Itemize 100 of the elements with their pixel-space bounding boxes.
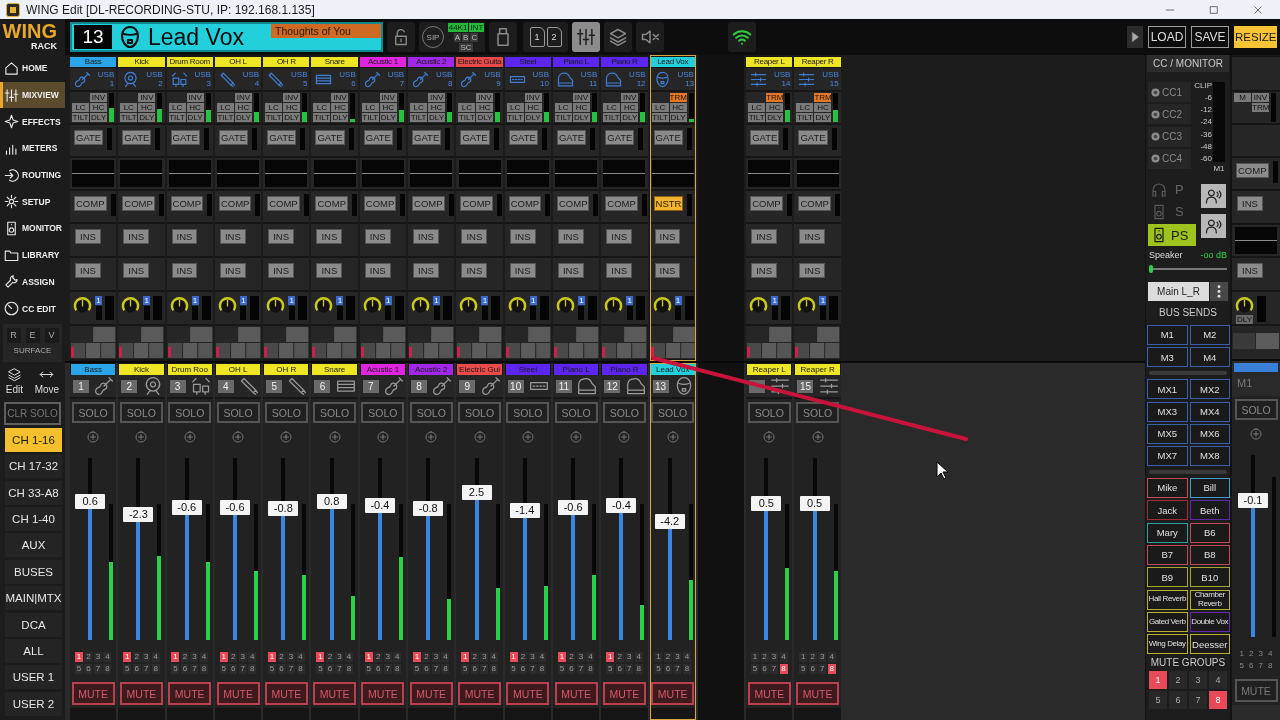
filter-button[interactable]: DLY [766,113,784,122]
expand-button[interactable] [1127,26,1143,48]
phase-trim-button[interactable]: INV [138,93,156,102]
solo-button[interactable]: SOLO [506,402,550,423]
toolbar-button[interactable] [636,22,664,52]
mute-button[interactable]: MUTE [554,682,598,705]
solo-button[interactable]: SOLO [1234,399,1278,420]
nav-item[interactable]: HOME [0,55,65,82]
send-blocks-drawing[interactable] [649,326,696,359]
mute-button[interactable]: MUTE [651,682,695,705]
solo-button[interactable]: SOLO [458,402,501,423]
filter-button[interactable]: HC [331,103,349,112]
pan-knob[interactable] [507,296,527,315]
cc-button[interactable]: CC1 [1148,82,1191,102]
solo-button[interactable]: SOLO [264,402,308,423]
mute-button[interactable]: MUTE [168,682,212,705]
phase-trim-button[interactable]: INV [283,93,301,102]
insert-button[interactable]: INS [1237,263,1263,278]
mute-group-button[interactable]: 5 [1149,691,1167,710]
filter-button[interactable]: HC [138,103,156,112]
phase-trim-button[interactable]: INV [476,93,494,102]
phase-trim-button[interactable]: TRM [766,93,784,102]
filter-button[interactable]: LC [216,103,234,112]
filter-button[interactable]: DLY [524,113,542,122]
network-button[interactable] [728,22,756,52]
source-section[interactable]: USB 6 [311,68,358,90]
solo-button[interactable]: SOLO [409,402,453,423]
pan-knob[interactable] [652,296,672,315]
surface-button[interactable]: R [6,327,21,343]
pan-knob[interactable] [1235,296,1254,315]
fader-handle[interactable]: 0.5 [799,496,830,511]
mute-group-button[interactable]: 8 [1209,691,1227,710]
insert-button[interactable]: INS [461,263,488,278]
insert-button[interactable]: INS [509,263,536,278]
bus-color-tag[interactable] [1234,363,1278,372]
solo-button[interactable]: SOLO [216,402,260,423]
solo-button[interactable]: SOLO [119,402,163,423]
filter-button[interactable]: DLY [669,113,687,122]
channel-name-tag[interactable]: Reaper L [747,364,792,375]
bus-send-button[interactable]: Chamber Reverb [1189,589,1230,610]
filter-button[interactable]: DLY [814,113,832,122]
filter-button[interactable]: DLY [331,113,349,122]
bus-send-button[interactable]: MX8 [1189,446,1230,467]
bus-send-button[interactable]: Mary [1147,522,1188,543]
source-section[interactable]: USB 9 [456,68,503,90]
channel-name-tag[interactable]: Acustic 2 [408,57,455,67]
pan-knob[interactable] [314,296,334,315]
bus-send-button[interactable]: B8 [1189,545,1230,566]
pan-knob[interactable] [169,296,189,315]
talkback-button[interactable] [1201,214,1226,238]
gate-button[interactable]: GATE [460,130,490,145]
dynamics-button[interactable]: COMP [363,196,397,211]
card-slots-button[interactable]: 1 2 [523,22,568,52]
fader-handle[interactable]: -0.6 [558,499,589,515]
insert-button[interactable]: INS [606,229,633,244]
filter-button[interactable]: TILT [554,113,572,122]
bus-send-button[interactable]: B7 [1147,545,1188,566]
filter-button[interactable]: HC [234,103,252,112]
filter-button[interactable]: LC [796,103,814,112]
filter-button[interactable]: TILT [361,113,379,122]
gate-button[interactable]: GATE [74,130,104,145]
insert-button[interactable]: INS [461,229,488,244]
header-button[interactable]: LOAD [1148,26,1186,48]
filter-button[interactable]: TILT [265,113,283,122]
insert-button[interactable]: INS [171,229,198,244]
channel-name-tag[interactable]: Snare [311,57,358,67]
solo-button[interactable]: SOLO [313,402,357,423]
phase-trim-button[interactable]: INV [186,93,204,102]
source-section[interactable]: USB 14 [746,68,793,90]
insert-button[interactable]: INS [316,263,343,278]
pan-knob[interactable] [459,296,479,315]
filter-button[interactable]: LC [168,103,186,112]
insert-button[interactable]: INS [799,263,826,278]
layer-button[interactable]: ALL [5,639,62,663]
phase-trim-button[interactable]: INV [90,93,107,102]
filter-button[interactable]: HC [572,103,590,112]
insert-button[interactable]: INS [123,229,150,244]
dynamics-button[interactable]: COMP [508,196,542,211]
nav-item[interactable]: CC EDIT [0,295,65,322]
channel-name-tag[interactable]: Drum Roo [167,364,212,375]
filter-button[interactable]: DLY [572,113,590,122]
dynamics-button[interactable]: COMP [750,196,783,211]
header-button[interactable]: SAVE [1191,26,1229,48]
bus-send-button[interactable]: MX5 [1147,423,1188,444]
dynamics-button[interactable]: COMP [218,196,252,211]
filter-button[interactable]: DLY [428,113,446,122]
source-section[interactable]: USB 10 [504,68,551,90]
header-button[interactable]: RESIZE [1234,26,1277,48]
filter-button[interactable]: DLY [186,113,204,122]
gate-button[interactable]: GATE [363,130,393,145]
source-section[interactable]: USB 2 [118,68,165,90]
solo-button[interactable]: SOLO [602,402,646,423]
solo-button[interactable]: SOLO [796,402,840,423]
phase-trim-button[interactable]: INV [621,93,639,102]
solo-button[interactable]: SOLO [554,402,598,423]
source-section[interactable]: USB 4 [214,68,262,90]
bus-send-button[interactable]: Jack [1147,500,1188,521]
filter-button[interactable]: TILT [120,113,138,122]
pan-knob[interactable] [411,296,431,315]
nav-item[interactable]: MIXVIEW [0,81,65,109]
